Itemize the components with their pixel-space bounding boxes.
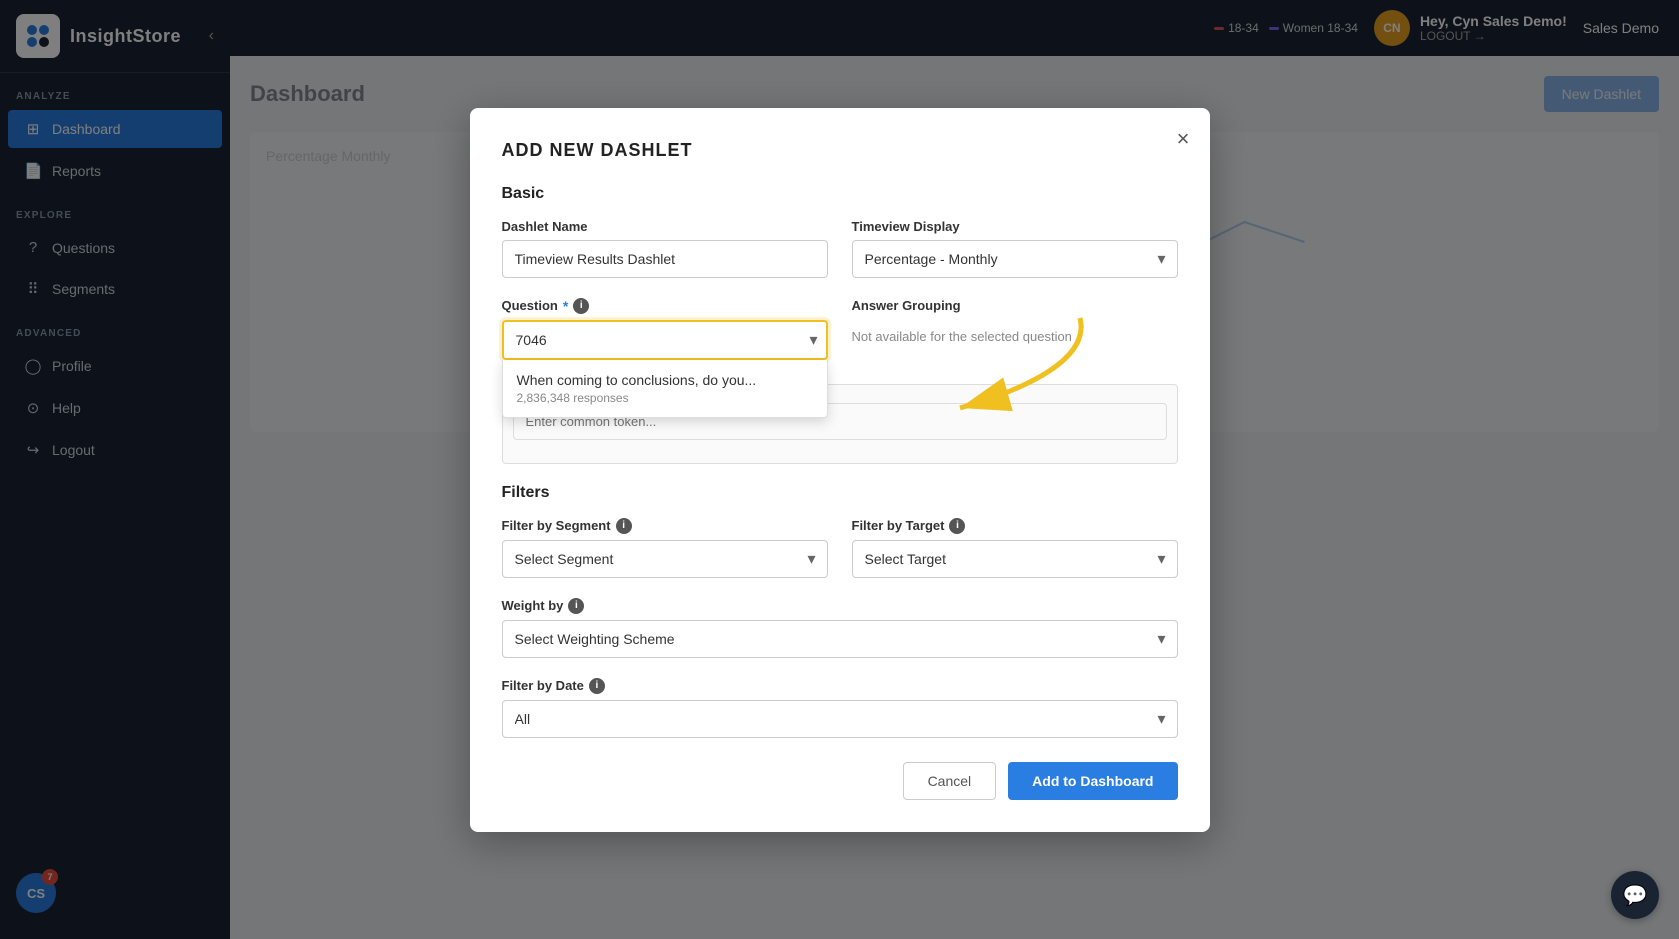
timeview-display-select[interactable]: Percentage - Monthly [852, 240, 1178, 278]
question-dropdown: When coming to conclusions, do you... 2,… [502, 360, 828, 418]
filter-date-select[interactable]: All [502, 700, 1178, 738]
filter-target-wrapper: Select Target [852, 540, 1178, 578]
dashlet-name-input[interactable] [502, 240, 828, 278]
dropdown-item-1[interactable]: When coming to conclusions, do you... 2,… [503, 360, 827, 417]
filter-segment-label: Filter by Segment i [502, 518, 828, 534]
answer-grouping-group: Answer Grouping Not available for the se… [852, 298, 1178, 360]
filter-date-wrapper: All [502, 700, 1178, 738]
weight-by-group: Weight by i Select Weighting Scheme [502, 598, 1178, 658]
date-info-icon[interactable]: i [589, 678, 605, 694]
weight-info-icon[interactable]: i [568, 598, 584, 614]
answer-grouping-label: Answer Grouping [852, 298, 1178, 313]
dashlet-name-label: Dashlet Name [502, 219, 828, 234]
filter-segment-group: Filter by Segment i Select Segment [502, 518, 828, 578]
modal-overlay: × ADD NEW DASHLET Basic Dashlet Name Tim… [0, 0, 1679, 939]
basic-form-row-1: Dashlet Name Timeview Display Percentage… [502, 219, 1178, 278]
dropdown-item-title: When coming to conclusions, do you... [517, 372, 813, 388]
answer-grouping-text: Not available for the selected question [852, 319, 1178, 354]
timeview-display-group: Timeview Display Percentage - Monthly [852, 219, 1178, 278]
dashlet-name-group: Dashlet Name [502, 219, 828, 278]
segment-info-icon[interactable]: i [616, 518, 632, 534]
question-label: Question * i [502, 298, 828, 314]
modal-footer: Cancel Add to Dashboard [502, 762, 1178, 800]
cancel-button[interactable]: Cancel [903, 762, 997, 800]
required-star: * [563, 298, 568, 314]
weight-by-label: Weight by i [502, 598, 1178, 614]
question-input-wrapper: ▾ When coming to conclusions, do you... … [502, 320, 828, 360]
target-info-icon[interactable]: i [949, 518, 965, 534]
basic-form-row-2: Question * i ▾ When coming to conclusion… [502, 298, 1178, 360]
chat-button[interactable]: 💬 [1611, 871, 1659, 919]
weight-by-select[interactable]: Select Weighting Scheme [502, 620, 1178, 658]
filter-segment-wrapper: Select Segment [502, 540, 828, 578]
question-group: Question * i ▾ When coming to conclusion… [502, 298, 828, 360]
filter-target-select[interactable]: Select Target [852, 540, 1178, 578]
chat-icon: 💬 [1623, 883, 1648, 908]
timeview-display-wrapper: Percentage - Monthly [852, 240, 1178, 278]
filter-date-group: Filter by Date i All [502, 678, 1178, 738]
filters-row-1: Filter by Segment i Select Segment Filte… [502, 518, 1178, 578]
filter-date-label: Filter by Date i [502, 678, 1178, 694]
question-info-icon[interactable]: i [573, 298, 589, 314]
timeview-display-label: Timeview Display [852, 219, 1178, 234]
filter-target-group: Filter by Target i Select Target [852, 518, 1178, 578]
basic-section-title: Basic [502, 185, 1178, 203]
modal-dialog: × ADD NEW DASHLET Basic Dashlet Name Tim… [470, 108, 1210, 832]
weight-by-wrapper: Select Weighting Scheme [502, 620, 1178, 658]
modal-close-button[interactable]: × [1177, 128, 1190, 150]
filter-segment-select[interactable]: Select Segment [502, 540, 828, 578]
add-to-dashboard-button[interactable]: Add to Dashboard [1008, 762, 1177, 800]
filter-target-label: Filter by Target i [852, 518, 1178, 534]
dropdown-item-meta: 2,836,348 responses [517, 391, 813, 405]
modal-title: ADD NEW DASHLET [502, 140, 1178, 161]
filters-section-title: Filters [502, 484, 1178, 502]
question-input[interactable] [502, 320, 828, 360]
